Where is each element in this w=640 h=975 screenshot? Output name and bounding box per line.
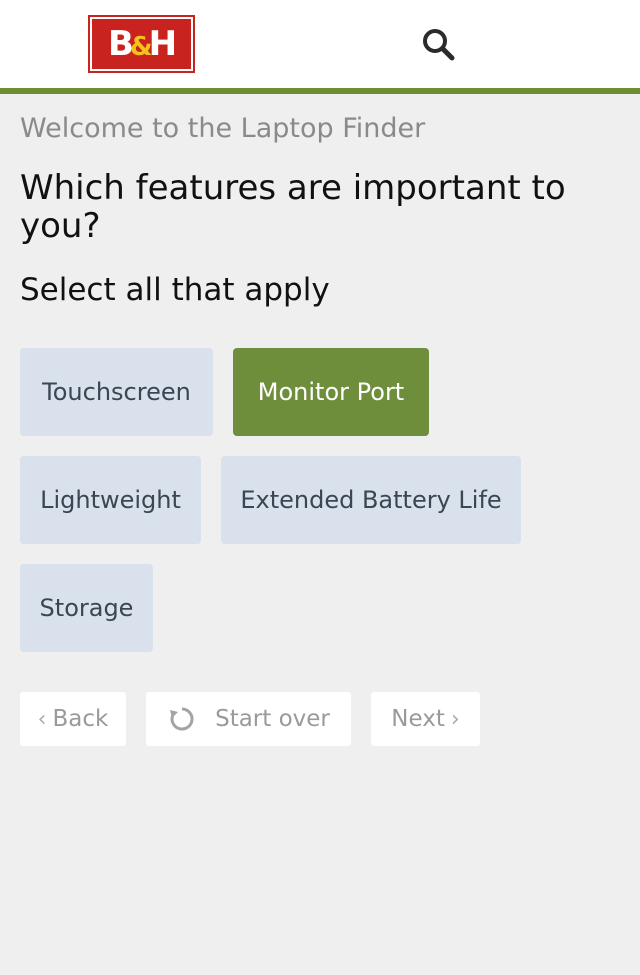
reset-icon bbox=[170, 707, 194, 731]
question-heading: Which features are important to you? bbox=[20, 168, 566, 246]
logo-letter-b: B bbox=[107, 24, 134, 64]
bh-logo[interactable]: B & H bbox=[88, 15, 195, 73]
back-button[interactable]: ‹ Back bbox=[20, 692, 126, 746]
search-icon bbox=[423, 29, 455, 61]
option-storage[interactable]: Storage bbox=[20, 564, 153, 652]
logo-ampersand: & bbox=[129, 32, 153, 62]
back-label: Back bbox=[52, 706, 109, 732]
option-monitor-port[interactable]: Monitor Port bbox=[233, 348, 429, 436]
start-over-button[interactable]: Start over bbox=[146, 692, 351, 746]
option-extended-battery-life[interactable]: Extended Battery Life bbox=[221, 456, 521, 544]
option-touchscreen[interactable]: Touchscreen bbox=[20, 348, 213, 436]
next-label: Next bbox=[391, 706, 445, 732]
welcome-text: Welcome to the Laptop Finder bbox=[20, 113, 426, 144]
app-header: B & H bbox=[0, 0, 640, 88]
logo-letter-h: H bbox=[148, 24, 178, 64]
start-over-label: Start over bbox=[215, 706, 330, 732]
header-divider bbox=[0, 88, 640, 94]
next-button[interactable]: Next › bbox=[371, 692, 480, 746]
logo-mark: B & H bbox=[92, 19, 191, 69]
chevron-left-icon: ‹ bbox=[37, 706, 47, 732]
option-lightweight[interactable]: Lightweight bbox=[20, 456, 201, 544]
instruction-text: Select all that apply bbox=[20, 272, 330, 308]
search-button[interactable] bbox=[418, 24, 458, 64]
chevron-right-icon: › bbox=[450, 706, 460, 732]
